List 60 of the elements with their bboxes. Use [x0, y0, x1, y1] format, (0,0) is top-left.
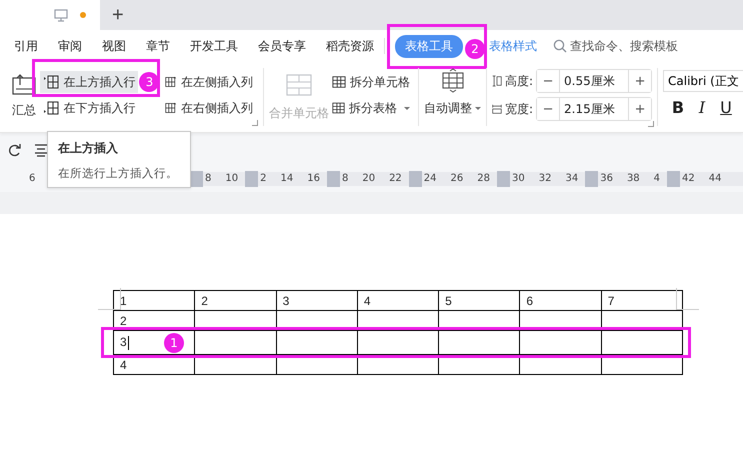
split-button[interactable]: 拆分表格 — [329, 97, 414, 119]
menu-tab[interactable]: 表格样式 — [489, 36, 537, 56]
insert-row-button[interactable]: 在下方插入行 — [40, 97, 138, 119]
size-label: 高度: — [505, 72, 534, 90]
insert-row-button[interactable]: 在上方插入行 — [40, 71, 138, 93]
step-badge: 1 — [164, 333, 184, 353]
insert-column-button[interactable]: 在右侧插入列 — [162, 97, 256, 119]
table-cell: 4 — [364, 294, 371, 308]
table-cell: 6 — [526, 294, 534, 308]
ruler-number: 2 — [259, 172, 268, 186]
menu-tab[interactable]: 视图 — [102, 36, 126, 56]
ruler-number: 20 — [361, 172, 376, 186]
table-cell: 2 — [114, 310, 195, 330]
new-tab-button[interactable]: + — [108, 5, 128, 25]
table-cell: 1 — [114, 290, 195, 310]
menu-tab[interactable]: 会员专享 — [258, 36, 306, 56]
ruler-number: 6 — [28, 172, 36, 186]
table-cell: 3 — [282, 294, 290, 308]
menu-tab[interactable]: 章节 — [146, 36, 170, 56]
format-button[interactable]: I — [695, 98, 709, 117]
table-cell: 2 — [201, 294, 208, 308]
ruler-number: 32 — [538, 172, 552, 186]
size-spinner[interactable]: − 0.55厘米 + — [536, 69, 652, 93]
ruler-number: 16 — [306, 172, 321, 186]
table-cell: 5 — [445, 294, 452, 308]
ruler-number: 34 — [564, 172, 580, 186]
ruler-number: 24 — [422, 172, 438, 186]
format-button[interactable]: B — [671, 98, 685, 117]
ruler-number: 26 — [450, 172, 464, 186]
menu-tab[interactable]: 审阅 — [58, 36, 82, 56]
step-badge: 2 — [465, 38, 485, 58]
size-label: 宽度: — [505, 100, 534, 118]
ruler-number: 14 — [279, 172, 294, 186]
ruler-number: 28 — [476, 172, 491, 186]
ruler-number: 10 — [224, 172, 240, 186]
autofit-button[interactable]: 自动调整 — [424, 62, 482, 117]
step-badge: 3 — [139, 72, 160, 92]
font-field[interactable]: Calibri (正文 — [663, 70, 743, 92]
menu-tab[interactable]: 引用 — [14, 36, 38, 56]
ruler-number: 22 — [388, 172, 403, 186]
ruler-number: 38 — [626, 172, 641, 186]
table-cell: 7 — [608, 294, 614, 308]
tooltip-description: 在所选行上方插入行。 — [58, 166, 179, 181]
size-field[interactable]: 0.55厘米 — [559, 70, 630, 92]
ruler-number: 36 — [599, 172, 614, 186]
menu-tab[interactable]: 稻壳资源 — [326, 36, 374, 56]
ruler-number: 30 — [511, 172, 526, 186]
menu-tab[interactable]: 开发工具 — [190, 36, 238, 56]
ruler-number: 4 — [652, 172, 662, 186]
split-button[interactable]: 拆分单元格 — [329, 71, 414, 93]
size-field[interactable]: 2.15厘米 — [559, 98, 630, 120]
tooltip-title: 在上方插入 — [58, 140, 119, 157]
format-button[interactable]: U — [719, 98, 733, 117]
summary-button[interactable]: 汇总 — [10, 62, 38, 119]
insert-column-button[interactable]: 在左侧插入列 — [162, 71, 256, 93]
ruler-number: 8 — [340, 172, 350, 186]
ruler-number: 42 — [681, 172, 696, 186]
size-spinner[interactable]: − 2.15厘米 + — [536, 97, 652, 121]
ruler-number: 8 — [204, 172, 212, 186]
ruler-number: 44 — [708, 172, 723, 186]
